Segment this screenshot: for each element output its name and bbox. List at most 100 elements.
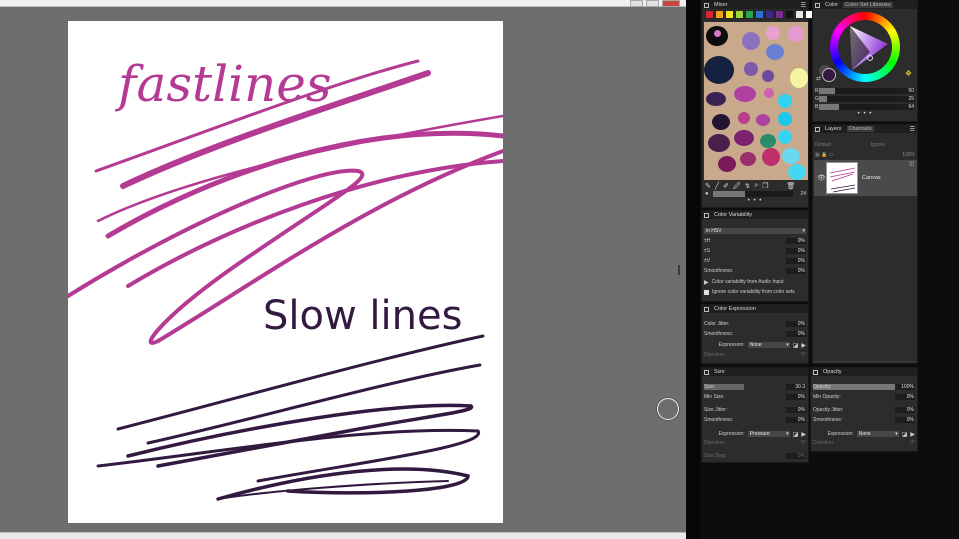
size-jitter-value[interactable]: 0% xyxy=(786,407,806,413)
palette-swatch[interactable] xyxy=(725,10,734,19)
curve-icon[interactable]: ◪ xyxy=(793,431,799,438)
color-panel: Color Color Set Libraries ⇄ ❖ R 50 G 25 … xyxy=(812,0,918,122)
play-icon[interactable]: ▶ xyxy=(910,431,915,438)
panel-toggle-icon[interactable] xyxy=(704,2,709,8)
palette-swatch[interactable] xyxy=(795,10,804,19)
color-palette-icon[interactable]: ❖ xyxy=(905,69,912,78)
size-direction-row: Direction: 0° xyxy=(704,439,806,447)
ignore-label[interactable]: Ignore xyxy=(871,142,885,148)
secondary-color-swatch[interactable] xyxy=(822,68,836,82)
tab-layers[interactable]: Layers xyxy=(823,126,844,132)
blend-mode-select[interactable]: Default xyxy=(815,142,831,148)
layer-opacity[interactable]: 100% xyxy=(902,152,915,158)
min-opacity-label: Min Opacity: xyxy=(813,394,841,400)
tab-color-set-libraries[interactable]: Color Set Libraries xyxy=(843,2,893,8)
lock-icons[interactable]: ▦ 🔒 ▭ xyxy=(815,152,833,158)
palette-swatch[interactable] xyxy=(765,10,774,19)
paint-blob xyxy=(762,148,780,166)
close-button[interactable] xyxy=(662,0,680,7)
curve-icon[interactable]: ◪ xyxy=(793,342,799,349)
play-icon[interactable]: ▶ xyxy=(801,431,806,438)
palette-swatch[interactable] xyxy=(785,10,794,19)
minimize-button[interactable] xyxy=(630,0,643,7)
opacity-smoothness-label: Smoothness: xyxy=(813,417,843,423)
opacity-direction-value: 0° xyxy=(910,440,915,446)
size-smoothness-value[interactable]: 0% xyxy=(786,417,806,423)
tab-channels[interactable]: Channels xyxy=(846,126,874,132)
color-wheel[interactable] xyxy=(830,12,900,82)
panel-toggle-icon[interactable] xyxy=(813,369,818,375)
panel-toggle-icon[interactable] xyxy=(815,2,820,8)
maximize-button[interactable] xyxy=(646,0,659,7)
color-g-row: G 25 xyxy=(815,95,915,103)
min-opacity-value[interactable]: 0% xyxy=(895,394,915,400)
panel-toggle-icon[interactable] xyxy=(704,212,709,218)
size-value[interactable]: 30.3 xyxy=(786,384,806,390)
r-slider[interactable] xyxy=(819,88,897,94)
g-slider[interactable] xyxy=(819,96,897,102)
eye-icon[interactable]: 👁 xyxy=(817,174,826,182)
opacity-title: Opacity xyxy=(823,369,842,375)
palette-swatch[interactable] xyxy=(705,10,714,19)
layer-expand-icon[interactable]: ◫ xyxy=(909,161,914,167)
ignore-sets-checkbox[interactable] xyxy=(704,289,709,295)
paint-blob xyxy=(740,152,756,166)
paint-blob xyxy=(788,26,804,42)
color-triangle[interactable] xyxy=(830,12,900,82)
ce-direction-row: Direction: 0° xyxy=(704,351,806,359)
canvas-workspace[interactable]: fastlines Slow lines xyxy=(0,0,686,539)
menu-icon[interactable]: ☰ xyxy=(910,126,915,133)
paint-blob xyxy=(778,94,792,108)
palette-swatch[interactable] xyxy=(735,10,744,19)
opacity-expression-dropdown[interactable]: None xyxy=(856,431,899,437)
palette-swatch[interactable] xyxy=(745,10,754,19)
b-slider[interactable] xyxy=(819,104,897,110)
g-value[interactable]: 25 xyxy=(895,96,915,102)
layer-row-canvas[interactable]: 👁 Canvas ◫ xyxy=(814,160,917,196)
size-direction-label: Direction: xyxy=(704,440,726,446)
layers-header: Layers Channels xyxy=(813,125,917,133)
ce-expression-dropdown[interactable]: None xyxy=(747,342,790,348)
s-label: ±S xyxy=(704,248,711,254)
drawing-canvas[interactable]: fastlines Slow lines xyxy=(68,21,503,523)
hsv-mode-dropdown[interactable]: in HSV xyxy=(704,228,806,234)
s-value[interactable]: 0% xyxy=(786,248,806,254)
ce-smoothness-value[interactable]: 0% xyxy=(786,331,806,337)
audio-toggle-icon[interactable]: ▶ xyxy=(704,279,709,286)
panel-toggle-icon[interactable] xyxy=(704,369,709,375)
scrollbar-handle[interactable] xyxy=(678,265,680,275)
menu-icon[interactable]: ☰ xyxy=(801,2,806,9)
swap-colors-icon[interactable]: ⇄ xyxy=(816,75,821,82)
paint-blob xyxy=(738,112,750,124)
paint-blob xyxy=(734,130,754,146)
mixer-more[interactable]: • • • xyxy=(702,198,808,204)
curve-icon[interactable]: ◪ xyxy=(902,431,908,438)
b-label: B xyxy=(815,104,819,110)
opacity-jitter-value[interactable]: 0% xyxy=(895,407,915,413)
mixer-brush-size-slider[interactable] xyxy=(713,191,793,197)
panel-toggle-icon[interactable] xyxy=(815,126,820,132)
palette-swatch[interactable] xyxy=(775,10,784,19)
color-jitter-value[interactable]: 0% xyxy=(786,321,806,327)
panel-toggle-icon[interactable] xyxy=(704,306,709,312)
opacity-smoothness-value[interactable]: 0% xyxy=(895,417,915,423)
palette-swatch[interactable] xyxy=(715,10,724,19)
size-step-value: 0% xyxy=(786,453,806,459)
b-value[interactable]: 64 xyxy=(895,104,915,110)
size-expression-label: Expression: xyxy=(718,431,745,437)
play-icon[interactable]: ▶ xyxy=(801,342,806,349)
opacity-value[interactable]: 100% xyxy=(895,384,915,390)
color-more[interactable]: • • • xyxy=(813,111,917,117)
r-value[interactable]: 50 xyxy=(895,88,915,94)
panel-divider[interactable] xyxy=(686,0,700,539)
cv-smoothness-value[interactable]: 0% xyxy=(786,268,806,274)
min-size-value[interactable]: 0% xyxy=(786,394,806,400)
v-value[interactable]: 0% xyxy=(786,258,806,264)
v-label: ±V xyxy=(704,258,711,264)
palette-swatch[interactable] xyxy=(755,10,764,19)
hsv-mode-value[interactable]: in HSV xyxy=(704,228,806,234)
color-jitter-label: Color Jitter: xyxy=(704,321,730,327)
h-value[interactable]: 0% xyxy=(786,238,806,244)
size-expression-dropdown[interactable]: Pressure xyxy=(747,431,790,437)
mixer-pad[interactable] xyxy=(704,22,808,180)
